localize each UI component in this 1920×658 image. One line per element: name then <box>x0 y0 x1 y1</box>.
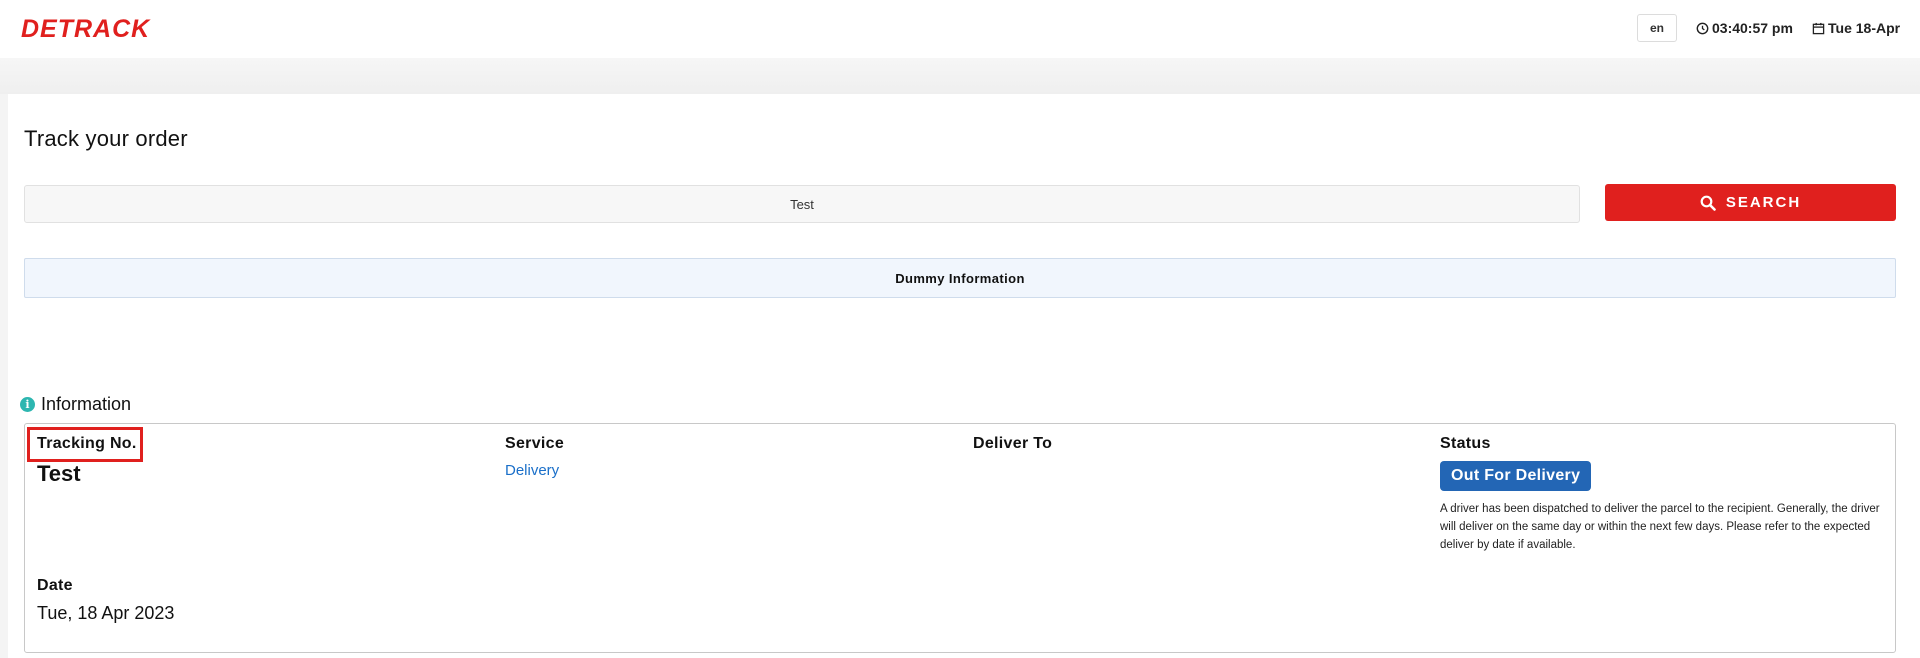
dummy-information-box: Dummy Information <box>24 258 1896 298</box>
detrack-logo[interactable]: DETRACK <box>21 17 221 40</box>
service-label: Service <box>505 435 565 452</box>
calendar-icon <box>1812 22 1825 34</box>
service-value-link[interactable]: Delivery <box>505 462 559 479</box>
clock-display: 03:40:57 pm <box>1696 20 1793 36</box>
status-badge: Out For Delivery <box>1440 461 1592 491</box>
tracking-number-value: Test <box>37 461 81 486</box>
header-band <box>0 58 1920 94</box>
page-title: Track your order <box>24 126 188 151</box>
deliver-to-label: Deliver To <box>973 435 1053 452</box>
language-selector[interactable]: en <box>1637 14 1677 42</box>
information-heading: i Information <box>20 394 131 415</box>
dummy-information-text: Dummy Information <box>895 270 1025 286</box>
search-icon <box>1700 195 1716 211</box>
current-time: 03:40:57 pm <box>1712 20 1793 36</box>
search-button[interactable]: SEARCH <box>1605 184 1896 221</box>
info-icon: i <box>20 397 35 412</box>
date-value: Tue, 18 Apr 2023 <box>37 603 175 623</box>
date-label: Date <box>37 577 73 594</box>
status-description: A driver has been dispatched to deliver … <box>1440 503 1880 551</box>
logo-text: DETRACK <box>21 17 151 40</box>
tracking-number-label: Tracking No. <box>37 435 137 452</box>
tracking-search-input[interactable] <box>24 185 1580 223</box>
date-display: Tue 18-Apr <box>1812 20 1900 36</box>
status-label: Status <box>1440 435 1491 452</box>
clock-icon <box>1696 22 1709 34</box>
current-date: Tue 18-Apr <box>1828 20 1901 36</box>
top-bar: DETRACK en 03:40:57 pm Tue 18-Apr <box>0 0 1920 58</box>
search-button-label: SEARCH <box>1725 194 1802 211</box>
language-label: en <box>1649 21 1664 35</box>
information-heading-text: Information <box>41 394 132 414</box>
status-badge-text: Out For Delivery <box>1451 467 1581 484</box>
